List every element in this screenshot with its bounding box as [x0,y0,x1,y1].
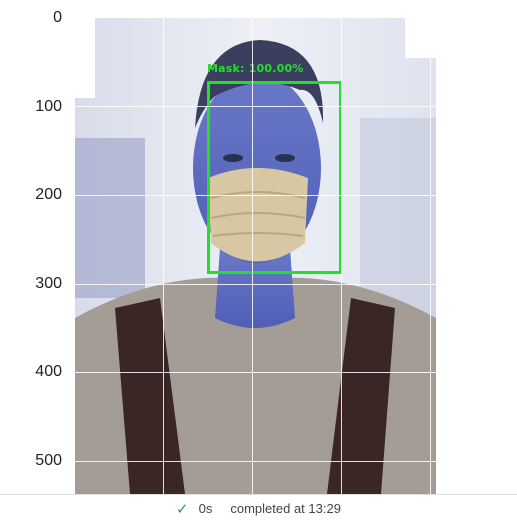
check-icon: ✓ [176,500,189,518]
grid-line [430,18,431,494]
grid-line [75,106,436,107]
cell-output: 0 100 200 300 400 500 Mask: 100.00% [0,0,517,494]
execution-duration: 0s [198,501,213,516]
execution-status-bar[interactable]: ✓ 0s completed at 13:29 [0,494,517,522]
grid-line [163,18,164,494]
grid-line [341,18,342,494]
grid-line [75,284,436,285]
grid-line [75,461,436,462]
y-tick-label: 500 [35,452,62,469]
grid-line [75,372,436,373]
output-caption [16,0,276,6]
detection-box [207,81,342,274]
y-tick-label: 400 [35,363,62,380]
y-tick-label: 100 [35,98,62,115]
detection-label: Mask: 100.00% [207,62,304,75]
grid-line [252,18,253,494]
y-tick-label: 200 [35,186,62,203]
image-plot: Mask: 100.00% [75,18,436,494]
completed-at-text: completed at 13:29 [230,501,341,516]
y-tick-label: 300 [35,275,62,292]
grid-line [75,195,436,196]
y-tick-label: 0 [53,9,62,26]
